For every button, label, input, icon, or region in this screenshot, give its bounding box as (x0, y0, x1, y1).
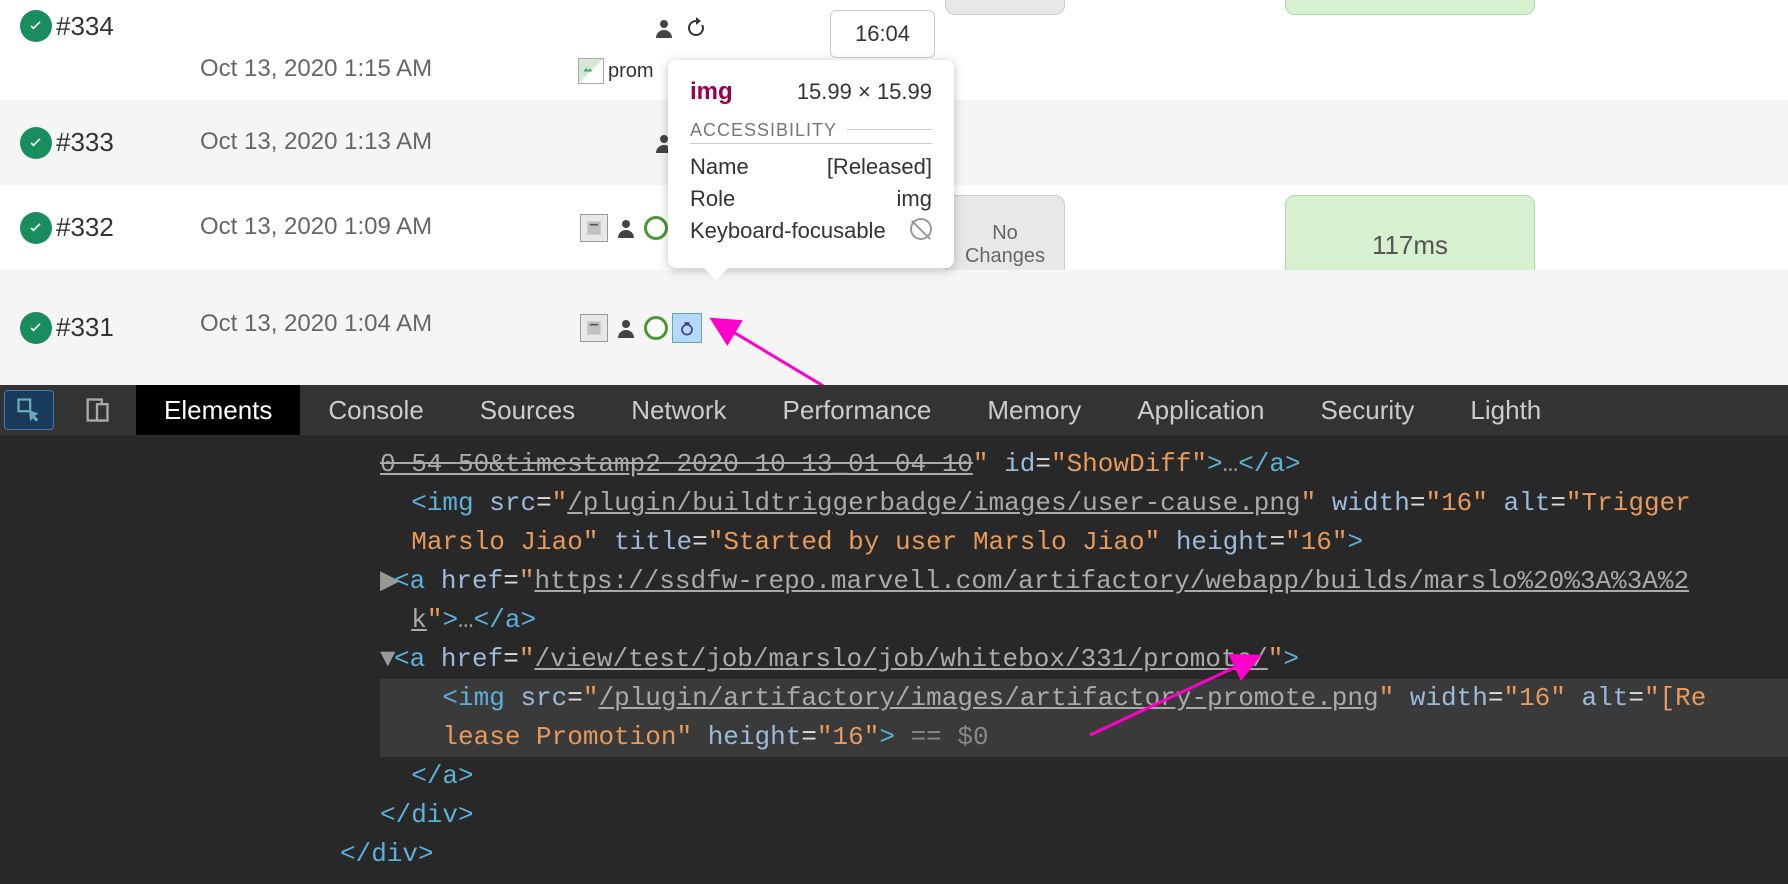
promote-icon (644, 216, 668, 240)
build-number[interactable]: #333 (56, 127, 114, 158)
inspect-element-button[interactable] (4, 390, 54, 430)
success-icon (20, 127, 52, 159)
tab-memory[interactable]: Memory (959, 385, 1109, 435)
build-number[interactable]: #332 (56, 212, 114, 243)
build-date: Oct 13, 2020 1:13 AM (200, 128, 432, 156)
build-date: Oct 13, 2020 1:04 AM (200, 310, 432, 338)
code-line[interactable]: </div> (380, 796, 1788, 835)
code-line[interactable]: </div> (340, 835, 1788, 874)
tooltip-dimensions: 15.99 × 15.99 (797, 79, 932, 105)
tooltip-section-header: ACCESSIBILITY (690, 120, 932, 144)
devtools-tabs: Elements Console Sources Network Perform… (0, 385, 1788, 435)
tooltip-tag: img (690, 78, 733, 106)
changes-card: hanges (945, 0, 1065, 15)
artifact-icon (580, 214, 608, 242)
code-line[interactable]: 0 54 50&timestamp2 2020 10 13_01 04 10" … (380, 445, 1788, 484)
tab-performance[interactable]: Performance (755, 385, 960, 435)
badge-icons (650, 14, 710, 42)
code-line-selected[interactable]: ••• <img src="/plugin/artifactory/images… (380, 679, 1788, 718)
code-line[interactable]: ▶<a href="https://ssdfw-repo.marvell.com… (380, 562, 1788, 601)
broken-image-icon (578, 58, 604, 84)
duration-card (1285, 0, 1535, 15)
artifact-icon (580, 314, 608, 342)
badge-icons (580, 313, 702, 343)
tab-lighthouse[interactable]: Lighth (1442, 385, 1569, 435)
code-line[interactable]: </a> (380, 757, 1788, 796)
success-icon (20, 10, 52, 42)
promote-icon (644, 316, 668, 340)
code-line[interactable]: Marslo Jiao" title="Started by user Mars… (380, 523, 1788, 562)
tooltip-row-keyboard: Keyboard-focusable (690, 218, 932, 244)
build-number[interactable]: #331 (56, 312, 114, 343)
code-line[interactable]: <img src="/plugin/buildtriggerbadge/imag… (380, 484, 1788, 523)
tab-sources[interactable]: Sources (452, 385, 603, 435)
tab-console[interactable]: Console (300, 385, 451, 435)
tab-network[interactable]: Network (603, 385, 754, 435)
prom-text: prom (608, 60, 654, 83)
promote-release-icon-highlighted[interactable] (672, 313, 702, 343)
tab-security[interactable]: Security (1293, 385, 1443, 435)
devtools-panel: Elements Console Sources Network Perform… (0, 385, 1788, 858)
device-toolbar-button[interactable] (58, 385, 136, 435)
user-icon (612, 214, 640, 242)
code-line[interactable]: k">…</a> (380, 601, 1788, 640)
build-date: Oct 13, 2020 1:15 AM (200, 55, 432, 83)
code-line-selected[interactable]: lease Promotion" height="16"> == $0 (380, 718, 1788, 757)
build-date: Oct 13, 2020 1:09 AM (200, 213, 432, 241)
user-icon (612, 314, 640, 342)
not-focusable-icon (910, 218, 932, 240)
tooltip-row-role: Role img (690, 186, 932, 212)
tab-elements[interactable]: Elements (136, 385, 300, 435)
user-icon (650, 14, 678, 42)
inspector-tooltip: img 15.99 × 15.99 ACCESSIBILITY Name [Re… (668, 60, 954, 268)
broken-image-row: prom (578, 58, 654, 84)
build-row[interactable]: #331 Oct 13, 2020 1:04 AM Oct 13 15:53 N… (0, 270, 1788, 385)
time-text: 16:04 (855, 21, 910, 46)
tooltip-row-name: Name [Released] (690, 154, 932, 180)
success-icon (20, 312, 52, 344)
elements-dom-tree[interactable]: 0 54 50&timestamp2 2020 10 13_01 04 10" … (0, 435, 1788, 884)
build-number[interactable]: #334 (56, 11, 114, 42)
time-box: 16:04 (830, 10, 935, 58)
builds-list: #334 Oct 13, 2020 1:15 AM prom 16:04 han… (0, 0, 1788, 385)
success-icon (20, 212, 52, 244)
tab-application[interactable]: Application (1109, 385, 1292, 435)
badge-icons (580, 214, 668, 242)
refresh-icon (682, 14, 710, 42)
code-line[interactable]: ▼<a href="/view/test/job/marslo/job/whit… (380, 640, 1788, 679)
